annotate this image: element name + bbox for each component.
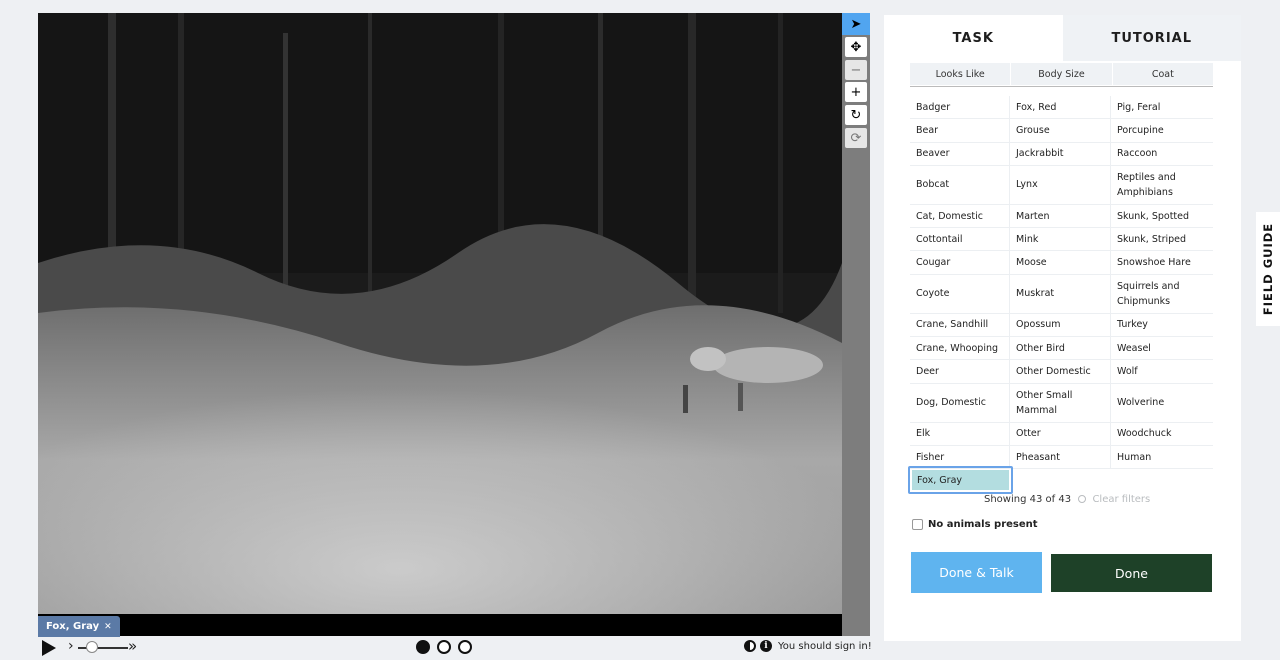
field-guide-tab[interactable]: FIELD GUIDE xyxy=(1256,212,1280,326)
info-icon[interactable]: i xyxy=(760,640,772,652)
species-choice[interactable]: Weasel xyxy=(1111,337,1213,361)
species-choice[interactable]: Opossum xyxy=(1010,313,1111,338)
species-choice[interactable]: Wolverine xyxy=(1111,384,1213,423)
species-choice[interactable]: Raccoon xyxy=(1111,143,1213,166)
species-choice[interactable]: Bobcat xyxy=(910,165,1010,205)
species-choice[interactable]: Pheasant xyxy=(1010,445,1111,470)
filter-status: Showing 43 of 43 Clear filters xyxy=(984,494,1150,505)
species-choice[interactable]: Other Bird xyxy=(1010,337,1111,361)
species-choice[interactable]: Otter xyxy=(1010,422,1111,446)
playback-controls: › » i You should sign in! xyxy=(38,636,872,660)
species-choice[interactable]: Coyote xyxy=(910,274,1010,314)
showing-count: Showing 43 of 43 xyxy=(984,494,1072,505)
play-icon[interactable] xyxy=(42,640,56,656)
species-choice[interactable]: Moose xyxy=(1010,251,1111,275)
species-choice[interactable]: Cat, Domestic xyxy=(910,204,1010,229)
rotate-icon[interactable]: ↻ xyxy=(845,105,867,125)
species-choice[interactable]: Snowshoe Hare xyxy=(1111,251,1213,275)
species-choice[interactable]: Squirrels and Chipmunks xyxy=(1111,275,1213,314)
tab-tutorial[interactable]: TUTORIAL xyxy=(1062,15,1241,61)
no-animals-checkbox-row[interactable]: No animals present xyxy=(912,519,1038,530)
filter-row: Looks Like Body Size Coat xyxy=(910,63,1213,87)
species-choice[interactable]: Elk xyxy=(910,422,1010,446)
species-choice[interactable]: Grouse xyxy=(1010,119,1111,143)
filter-coat-button[interactable]: Coat xyxy=(1112,63,1213,85)
selected-annotation-label: Fox, Gray xyxy=(46,621,100,632)
species-choice[interactable]: Porcupine xyxy=(1111,119,1213,143)
species-choice[interactable]: Cottontail xyxy=(910,228,1010,252)
trail-camera-image[interactable] xyxy=(38,13,842,614)
tab-task[interactable]: TASK xyxy=(884,15,1063,61)
species-choice[interactable]: Badger xyxy=(910,96,1010,120)
species-choice-label: Fox, Gray xyxy=(912,470,1009,490)
species-choice[interactable]: Jackrabbit xyxy=(1010,142,1111,166)
species-choice[interactable]: Lynx xyxy=(1010,165,1111,205)
species-choice[interactable]: Other Small Mammal xyxy=(1010,383,1111,423)
species-choice[interactable]: Cougar xyxy=(910,251,1010,275)
fast-forward-icon[interactable]: » xyxy=(128,637,137,655)
species-choice[interactable]: Human xyxy=(1111,446,1213,470)
field-guide-label: FIELD GUIDE xyxy=(1261,222,1276,316)
species-choice[interactable]: Muskrat xyxy=(1010,274,1111,314)
species-choice[interactable]: Beaver xyxy=(910,142,1010,166)
image-toolbar: ➤ ✥ − + ↻ ⟳ xyxy=(842,13,870,636)
frame-dot-1[interactable] xyxy=(416,640,430,654)
species-choice[interactable]: Bear xyxy=(910,119,1010,143)
zoom-out-icon[interactable]: − xyxy=(845,60,867,80)
selected-annotation-chip[interactable]: Fox, Gray ✕ xyxy=(38,616,120,637)
frame-dot-2[interactable] xyxy=(437,640,451,654)
panel-tabs: TASK TUTORIAL xyxy=(884,15,1241,61)
zoom-in-icon[interactable]: + xyxy=(845,82,867,102)
filter-body-size-button[interactable]: Body Size xyxy=(1011,63,1112,85)
frame-selector xyxy=(416,640,472,654)
slow-icon[interactable]: › xyxy=(68,638,74,654)
close-icon[interactable]: ✕ xyxy=(104,622,112,632)
species-choice-grid: Badger Fox, Red Pig, Feral Bear Grouse Porcup… xyxy=(910,96,1213,470)
move-icon[interactable]: ✥ xyxy=(845,37,867,57)
reset-icon[interactable]: ⟳ xyxy=(845,128,867,148)
contrast-icon[interactable] xyxy=(744,640,756,652)
no-animals-label: No animals present xyxy=(928,519,1038,530)
species-choice[interactable]: Skunk, Spotted xyxy=(1111,205,1213,229)
species-choice[interactable]: Mink xyxy=(1010,228,1111,252)
clear-filters-button[interactable]: Clear filters xyxy=(1092,494,1150,505)
speed-slider-handle[interactable] xyxy=(86,641,98,653)
species-choice[interactable]: Wolf xyxy=(1111,360,1213,384)
species-choice[interactable]: Reptiles and Amphibians xyxy=(1111,166,1213,205)
species-choice[interactable]: Pig, Feral xyxy=(1111,96,1213,120)
species-choice[interactable]: Fox, Red xyxy=(1010,96,1111,120)
species-choice[interactable]: Other Domestic xyxy=(1010,360,1111,384)
species-choice[interactable]: Crane, Whooping xyxy=(910,337,1010,361)
annotation-bar xyxy=(38,614,842,636)
species-choice[interactable]: Deer xyxy=(910,360,1010,384)
species-choice[interactable]: Dog, Domestic xyxy=(910,383,1010,423)
task-panel: TASK TUTORIAL Looks Like Body Size Coat … xyxy=(884,15,1241,641)
species-choice[interactable]: Crane, Sandhill xyxy=(910,313,1010,338)
clear-filters-icon xyxy=(1078,495,1087,503)
species-choice[interactable]: Woodchuck xyxy=(1111,423,1213,446)
species-choice[interactable]: Skunk, Striped xyxy=(1111,228,1213,252)
species-choice-fox-gray[interactable]: Fox, Gray xyxy=(908,466,1013,494)
species-choice[interactable]: Turkey xyxy=(1111,314,1213,338)
done-and-talk-button[interactable]: Done & Talk xyxy=(911,552,1042,593)
done-button[interactable]: Done xyxy=(1051,554,1212,592)
sign-in-prompt[interactable]: You should sign in! xyxy=(778,641,872,652)
subject-viewer: Fox, Gray ✕ xyxy=(38,13,842,637)
pointer-icon[interactable]: ➤ xyxy=(842,13,870,35)
frame-dot-3[interactable] xyxy=(458,640,472,654)
filter-looks-like-button[interactable]: Looks Like xyxy=(910,63,1011,85)
species-choice[interactable]: Marten xyxy=(1010,204,1111,229)
no-animals-checkbox[interactable] xyxy=(912,519,923,530)
